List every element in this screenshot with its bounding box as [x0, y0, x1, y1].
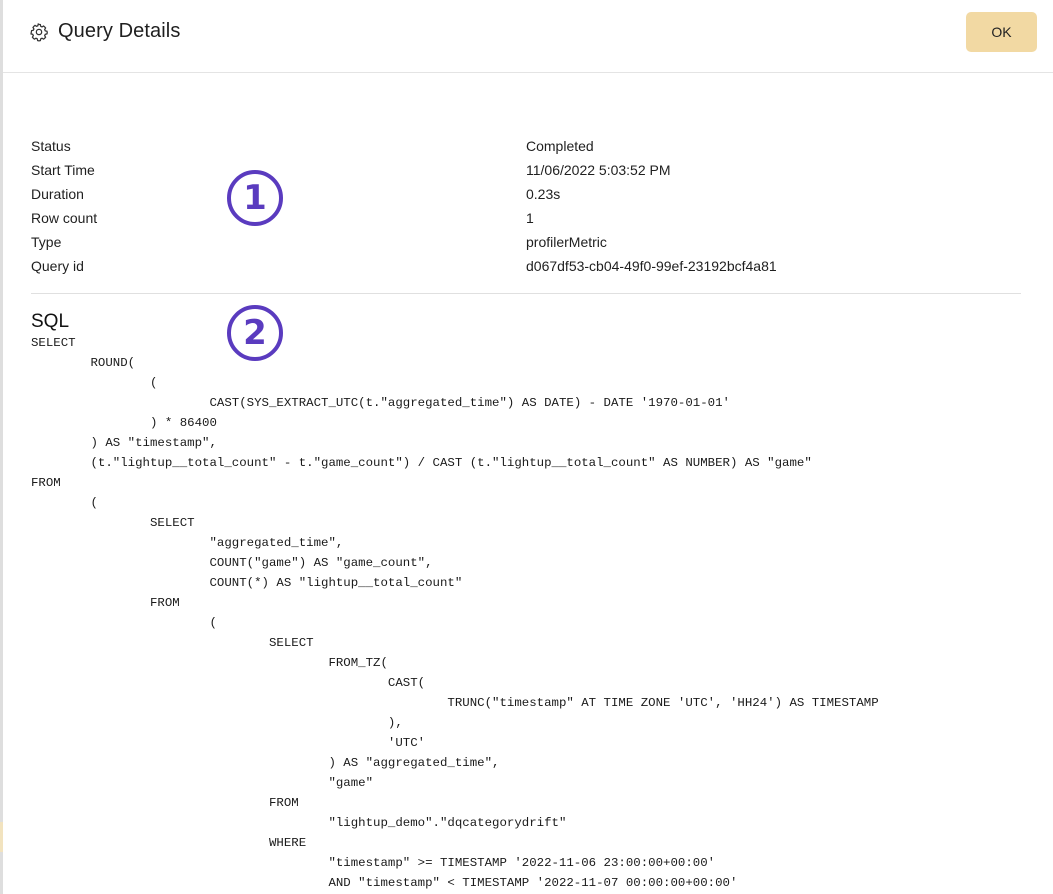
detail-value: profilerMetric	[526, 234, 607, 250]
detail-value: Completed	[526, 138, 594, 154]
detail-label: Query id	[31, 258, 84, 274]
sql-section-title: SQL	[31, 311, 70, 332]
detail-row-status: Status Completed	[31, 134, 1021, 158]
modal-title: Query Details	[58, 20, 181, 42]
detail-row-row-count: Row count 1	[31, 206, 1021, 230]
detail-value: 1	[526, 210, 534, 226]
detail-value: d067df53-cb04-49f0-99ef-23192bcf4a81	[526, 258, 777, 274]
query-details-modal: Query Details OK Status Completed Start …	[3, 0, 1053, 894]
detail-label: Status	[31, 138, 71, 154]
gear-icon	[30, 23, 48, 42]
ok-button[interactable]: OK	[966, 12, 1037, 52]
detail-label: Duration	[31, 186, 84, 202]
detail-row-query-id: Query id d067df53-cb04-49f0-99ef-23192bc…	[31, 254, 1021, 278]
detail-value: 0.23s	[526, 186, 561, 202]
detail-row-start-time: Start Time 11/06/2022 5:03:52 PM	[31, 158, 1021, 182]
sql-query-text: SELECT ROUND( ( CAST(SYS_EXTRACT_UTC(t."…	[31, 336, 879, 890]
detail-row-duration: Duration 0.23s	[31, 182, 1021, 206]
annotation-marker-1: 1	[227, 170, 283, 226]
section-divider	[31, 293, 1021, 294]
detail-label: Row count	[31, 210, 98, 226]
detail-row-type: Type profilerMetric	[31, 230, 1021, 254]
detail-label: Start Time	[31, 162, 95, 178]
detail-label: Type	[31, 234, 62, 250]
detail-value: 11/06/2022 5:03:52 PM	[526, 162, 671, 178]
modal-header: Query Details OK	[3, 0, 1053, 73]
query-details-list: Status Completed Start Time 11/06/2022 5…	[31, 134, 1021, 278]
